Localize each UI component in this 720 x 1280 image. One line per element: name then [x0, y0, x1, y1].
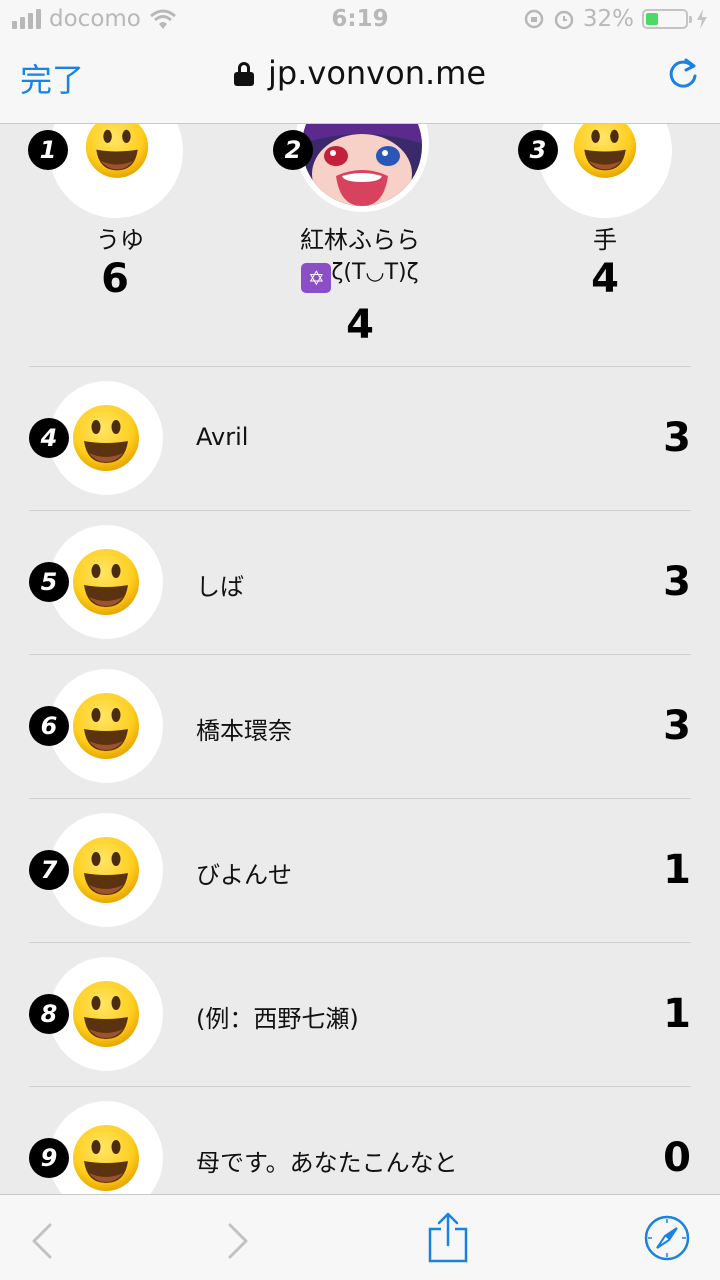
list-item[interactable]: 9 母です。あなたこんなと 0 [29, 1086, 691, 1194]
lock-icon [234, 62, 254, 86]
browser-toolbar [0, 1194, 720, 1280]
smiley-icon [71, 691, 141, 761]
list-item[interactable]: 7 びよんせ 1 [29, 798, 691, 942]
list-item[interactable]: 8 (例：西野七瀬) 1 [29, 942, 691, 1086]
rank-badge: 1 [28, 130, 68, 170]
podium-score: 4 [591, 256, 619, 302]
row-name: 橋本環奈 [196, 717, 292, 745]
ranking-list: 4 Avril 3 5 しば 3 6 橋本環奈 3 7 びよんせ 1 8 (例：… [0, 366, 720, 1194]
list-item[interactable]: 5 しば 3 [29, 510, 691, 654]
smiley-icon [71, 403, 141, 473]
share-icon[interactable] [428, 1211, 468, 1263]
browser-nav-bar: 完了 jp.vonvon.me [0, 40, 720, 124]
row-score: 3 [663, 559, 691, 605]
url-text: jp.vonvon.me [268, 54, 486, 92]
podium-name: うゆ [96, 226, 144, 254]
smiley-icon [71, 835, 141, 905]
rank-badge: 3 [518, 130, 558, 170]
row-score: 3 [663, 703, 691, 749]
row-name: しば [196, 573, 244, 601]
reload-icon[interactable] [664, 56, 700, 92]
smiley-icon [566, 124, 644, 184]
status-right: 32% [523, 6, 708, 32]
safari-compass-icon[interactable] [644, 1215, 690, 1261]
podium-score: 4 [346, 302, 374, 348]
battery-icon [642, 9, 692, 29]
rank-badge: 6 [29, 706, 69, 746]
star-of-david-icon: ✡ [301, 263, 332, 293]
back-icon[interactable] [30, 1223, 54, 1259]
row-score: 1 [663, 991, 691, 1037]
rank-badge: 5 [29, 562, 69, 602]
anime-avatar-icon [302, 124, 422, 206]
row-name: Avril [196, 423, 249, 451]
row-name: びよんせ [196, 861, 292, 889]
podium-name: 手 [593, 226, 617, 254]
row-score: 3 [663, 415, 691, 461]
ranking-content: 1 うゆ 6 2 紅林ふらら ✡ ζ(T◡T)ζ 4 3 手 4 4 Avril… [0, 124, 720, 1194]
podium-emoticon: ζ(T◡T)ζ [331, 260, 419, 285]
smiley-icon [71, 979, 141, 1049]
rank-badge: 8 [29, 994, 69, 1034]
url-bar[interactable]: jp.vonvon.me [0, 54, 720, 92]
smiley-icon [71, 1123, 141, 1193]
status-bar: docomo 6:19 32% [0, 0, 720, 40]
battery-percent: 32% [582, 6, 634, 32]
rotation-lock-icon [524, 9, 544, 29]
smiley-icon [71, 547, 141, 617]
rank-badge: 2 [273, 130, 313, 170]
list-item[interactable]: 4 Avril 3 [29, 366, 691, 510]
podium-name: 紅林ふらら [300, 226, 420, 254]
charging-icon [697, 9, 707, 29]
smiley-icon [78, 124, 156, 184]
podium: 1 うゆ 6 2 紅林ふらら ✡ ζ(T◡T)ζ 4 3 手 4 [0, 124, 720, 366]
forward-icon[interactable] [226, 1223, 250, 1259]
podium-score: 6 [101, 256, 129, 302]
row-name: (例：西野七瀬) [196, 1005, 359, 1033]
rank-badge: 7 [29, 850, 69, 890]
rank-badge: 4 [29, 418, 69, 458]
row-score: 1 [663, 847, 691, 893]
list-item[interactable]: 6 橋本環奈 3 [29, 654, 691, 798]
row-name: 母です。あなたこんなと [196, 1149, 458, 1177]
podium-name-line2: ✡ ζ(T◡T)ζ [240, 260, 480, 293]
rank-badge: 9 [29, 1138, 69, 1178]
alarm-icon [554, 10, 574, 30]
row-score: 0 [663, 1135, 691, 1181]
